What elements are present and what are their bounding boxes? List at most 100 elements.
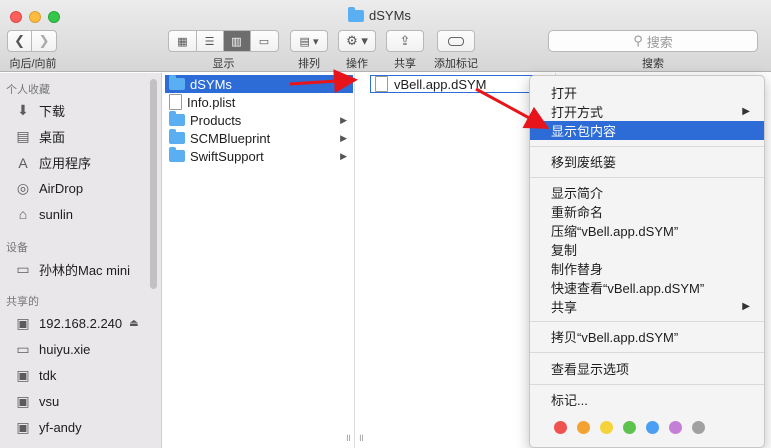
back-forward-control[interactable]: ❮ ❯	[7, 30, 57, 52]
list-item[interactable]: dSYMs ▶	[165, 75, 353, 93]
search-placeholder: 搜索	[646, 34, 673, 50]
sidebar-item-server[interactable]: ▣ 192.168.2.240 ⏏	[14, 314, 138, 332]
folder-icon	[169, 129, 185, 144]
download-icon: ⬇	[17, 102, 29, 118]
sidebar-section-shared: 共享的	[6, 296, 39, 308]
search-label: 搜索	[642, 58, 664, 70]
list-item[interactable]: Products ▶	[165, 111, 353, 129]
list-item-label: Info.plist	[187, 94, 236, 110]
menu-item-compress[interactable]: 压缩“vBell.app.dSYM”	[530, 221, 764, 240]
applications-icon: A	[18, 154, 28, 171]
chevron-right-icon: ▶	[340, 114, 347, 125]
list-item[interactable]: SCMBlueprint ▶	[165, 129, 353, 147]
tags-label: 添加标记	[434, 58, 478, 70]
column-view-icon[interactable]: ▥	[223, 31, 251, 51]
sidebar-item-label: 孙林的Mac mini	[39, 263, 131, 278]
arrange-label: 排列	[298, 58, 320, 70]
sidebar-item-tdk[interactable]: ▣ tdk	[14, 366, 56, 384]
nav-label: 向后/向前	[9, 58, 57, 70]
tag-gray-dot[interactable]	[692, 421, 705, 434]
sidebar-item-label: AirDrop	[39, 180, 84, 196]
display-icon: ▣	[16, 366, 30, 383]
menu-item-label: 打开方式	[551, 105, 604, 120]
column-2: ॥	[356, 73, 556, 448]
tag-blue-dot[interactable]	[646, 421, 659, 434]
arrange-icon: ▤ ▾	[299, 35, 319, 48]
action-button[interactable]: ⚙ ▾	[338, 30, 376, 52]
share-button[interactable]: ⇪	[386, 30, 424, 52]
context-menu: 打开 打开方式 ▶ 显示包内容 移到废纸篓 显示简介 重新命名 压缩“vBell…	[529, 75, 765, 448]
submenu-arrow-icon: ▶	[742, 106, 750, 117]
sidebar-item-airdrop[interactable]: ◎ AirDrop	[14, 179, 83, 197]
menu-item-make-alias[interactable]: 制作替身	[530, 259, 764, 278]
menu-item-show-package-contents[interactable]: 显示包内容	[530, 121, 764, 140]
sidebar-item-home[interactable]: ⌂ sunlin	[14, 205, 73, 223]
sidebar-item-applications[interactable]: A 应用程序	[14, 153, 91, 172]
minimize-window-button[interactable]	[29, 11, 41, 23]
menu-separator	[530, 321, 764, 322]
search-icon: ⚲	[633, 33, 643, 48]
column-1: dSYMs ▶ Info.plist Products ▶ SCMBluepri…	[163, 73, 355, 448]
icon-view-icon[interactable]: ▦	[170, 31, 197, 51]
tag-red-dot[interactable]	[554, 421, 567, 434]
menu-item-get-info[interactable]: 显示简介	[530, 183, 764, 202]
desktop-icon: ▤	[16, 128, 30, 144]
menu-item-duplicate[interactable]: 复制	[530, 240, 764, 259]
back-button[interactable]: ❮	[8, 31, 33, 51]
sidebar: 个人收藏 ⬇ 下载 ▤ 桌面 A 应用程序 ◎ AirDrop ⌂ sunlin…	[0, 73, 162, 448]
menu-item-copy[interactable]: 拷贝“vBell.app.dSYM”	[530, 327, 764, 346]
sidebar-item-mac-mini[interactable]: ▭ 孙林的Mac mini	[14, 260, 130, 279]
sidebar-item-label: tdk	[39, 367, 57, 383]
forward-button[interactable]: ❯	[32, 31, 56, 51]
airdrop-icon: ◎	[16, 179, 30, 196]
sidebar-item-downloads[interactable]: ⬇ 下载	[14, 101, 65, 120]
close-window-button[interactable]	[10, 11, 22, 23]
gallery-view-icon[interactable]: ▭	[251, 31, 278, 51]
sidebar-item-label: yf-andy	[39, 419, 82, 435]
list-item-label: vBell.app.dSYM	[394, 76, 487, 92]
menu-item-show-view-options[interactable]: 查看显示选项	[530, 359, 764, 378]
sidebar-item-label: huiyu.xie	[39, 341, 91, 357]
document-icon	[169, 94, 182, 110]
tag-purple-dot[interactable]	[669, 421, 682, 434]
folder-icon	[348, 6, 364, 22]
add-tags-button[interactable]	[437, 30, 475, 52]
sidebar-item-vsu[interactable]: ▣ vsu	[14, 392, 59, 410]
action-label: 操作	[346, 58, 368, 70]
menu-item-rename[interactable]: 重新命名	[530, 202, 764, 221]
arrange-button[interactable]: ▤ ▾	[290, 30, 328, 52]
menu-item-open[interactable]: 打开	[530, 83, 764, 102]
search-input[interactable]: ⚲ 搜索	[548, 30, 758, 52]
sidebar-scrollbar[interactable]	[150, 79, 157, 289]
list-item[interactable]: SwiftSupport ▶	[165, 147, 353, 165]
tag-green-dot[interactable]	[623, 421, 636, 434]
column-resize-handle[interactable]: ॥	[358, 430, 364, 444]
menu-separator	[530, 177, 764, 178]
menu-item-quick-look[interactable]: 快速查看“vBell.app.dSYM”	[530, 278, 764, 297]
list-item-label: SwiftSupport	[190, 148, 264, 164]
tag-icon	[448, 36, 464, 46]
sidebar-item-label: 桌面	[39, 130, 66, 145]
menu-item-share[interactable]: 共享 ▶	[530, 297, 764, 316]
list-view-icon[interactable]: ☰	[197, 31, 224, 51]
view-mode-control[interactable]: ▦ ☰ ▥ ▭	[168, 30, 279, 52]
list-item[interactable]: Info.plist	[165, 93, 235, 111]
sidebar-item-yf-andy[interactable]: ▣ yf-andy	[14, 418, 82, 436]
sidebar-item-label: vsu	[39, 393, 60, 409]
menu-item-move-to-trash[interactable]: 移到废纸篓	[530, 152, 764, 171]
display-icon: ▣	[16, 418, 30, 435]
zoom-window-button[interactable]	[48, 11, 60, 23]
tag-yellow-dot[interactable]	[600, 421, 613, 434]
sidebar-item-huiyu[interactable]: ▭ huiyu.xie	[14, 340, 90, 358]
menu-item-tags[interactable]: 标记...	[530, 390, 764, 409]
eject-icon[interactable]: ⏏	[129, 318, 138, 329]
menu-item-open-with[interactable]: 打开方式 ▶	[530, 102, 764, 121]
chevron-right-icon: ▶	[340, 150, 347, 161]
folder-icon	[169, 75, 185, 90]
sidebar-item-desktop[interactable]: ▤ 桌面	[14, 127, 65, 146]
menu-separator	[530, 384, 764, 385]
sidebar-section-devices: 设备	[6, 242, 28, 254]
tag-orange-dot[interactable]	[577, 421, 590, 434]
column-resize-handle[interactable]: ॥	[345, 430, 351, 444]
list-item-label: dSYMs	[190, 76, 232, 92]
